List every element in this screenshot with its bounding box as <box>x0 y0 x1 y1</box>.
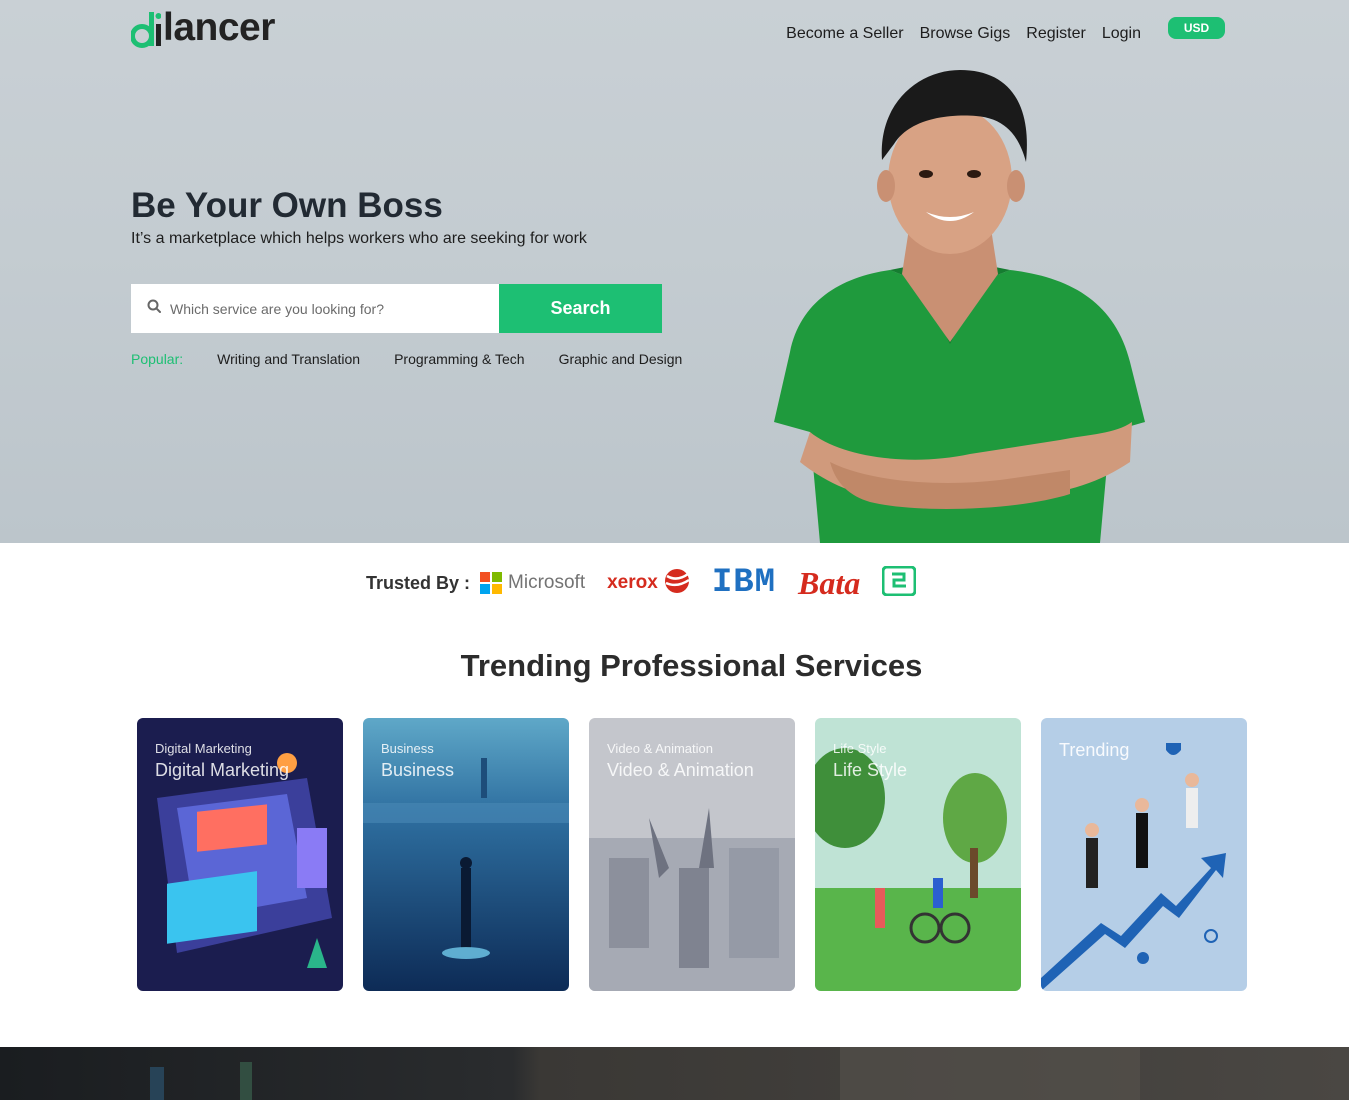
trusted-by-bar: Trusted By : Microsoft xerox IBM Bata <box>366 560 938 606</box>
brand-bata-name: Bata <box>798 564 861 601</box>
xerox-ball-icon <box>664 568 690 599</box>
card-image-business <box>363 718 569 991</box>
brand-ibm: IBM <box>712 564 776 602</box>
card-digital-marketing[interactable]: Digital Marketing Digital Marketing <box>137 718 343 991</box>
search-input[interactable] <box>170 300 470 317</box>
hero-person-image <box>770 62 1150 543</box>
logo-text: lancer <box>163 6 275 49</box>
hero-subtitle: It’s a marketplace which helps workers w… <box>131 230 587 247</box>
brand-ibm-name: IBM <box>711 564 777 602</box>
currency-button[interactable]: USD <box>1168 17 1225 39</box>
brand-xerox-name: xerox <box>607 572 658 593</box>
card-image-digital-marketing <box>137 718 343 991</box>
popular-tags: Popular: Writing and Translation Program… <box>131 351 716 367</box>
top-nav: Become a Seller Browse Gigs Register Log… <box>786 24 1141 44</box>
popular-tag-programming[interactable]: Programming & Tech <box>394 351 524 367</box>
card-small-title: Video & Animation <box>607 741 713 756</box>
popular-tag-writing[interactable]: Writing and Translation <box>217 351 360 367</box>
brand-microsoft: Microsoft <box>480 572 585 594</box>
search-bar: Search <box>131 284 662 333</box>
card-small-title: Life Style <box>833 741 887 756</box>
site-logo[interactable]: lancer <box>130 6 275 49</box>
card-title: Trending <box>1059 740 1130 760</box>
card-title: Life Style <box>833 760 908 780</box>
popular-label: Popular: <box>131 351 184 367</box>
nav-register[interactable]: Register <box>1026 24 1086 44</box>
logo-d-mark-icon <box>130 10 162 48</box>
nav-browse-gigs[interactable]: Browse Gigs <box>920 24 1011 44</box>
next-section-banner <box>0 1047 1349 1100</box>
trending-cards: Digital Marketing Digital Marketing Busi… <box>137 718 1247 991</box>
hero-section: lancer Become a Seller Browse Gigs Regis… <box>0 0 1349 543</box>
brand-microsoft-name: Microsoft <box>508 572 586 593</box>
card-title: Digital Marketing <box>155 760 290 780</box>
card-title: Video & Animation <box>607 760 754 780</box>
search-button[interactable]: Search <box>499 284 662 333</box>
card-image-life-style <box>815 718 1021 991</box>
brand-bata: Bata <box>798 565 860 602</box>
card-video-animation[interactable]: Video & Animation Video & Animation <box>589 718 795 991</box>
hero-title: Be Your Own Boss <box>131 186 443 225</box>
card-small-title: Business <box>381 741 434 756</box>
card-trending[interactable]: Trending <box>1041 718 1247 991</box>
microsoft-logo-icon <box>480 572 503 594</box>
card-small-title: Digital Marketing <box>155 741 252 756</box>
nav-become-seller[interactable]: Become a Seller <box>786 24 903 44</box>
brand-xerox: xerox <box>607 568 690 599</box>
brand-sv-logo <box>881 565 917 601</box>
card-title: Business <box>381 760 455 780</box>
card-business[interactable]: Business Business <box>363 718 569 991</box>
trusted-label: Trusted By : <box>366 572 471 593</box>
search-icon <box>147 299 161 318</box>
sv-logo-icon <box>881 565 917 601</box>
nav-login[interactable]: Login <box>1102 24 1141 44</box>
banner-background-image <box>150 1047 1140 1100</box>
popular-tag-graphic[interactable]: Graphic and Design <box>559 351 683 367</box>
search-field-wrapper <box>131 284 499 333</box>
card-life-style[interactable]: Life Style Life Style <box>815 718 1021 991</box>
card-image-video-animation <box>589 718 795 991</box>
trending-section-title: Trending Professional Services <box>460 648 923 683</box>
